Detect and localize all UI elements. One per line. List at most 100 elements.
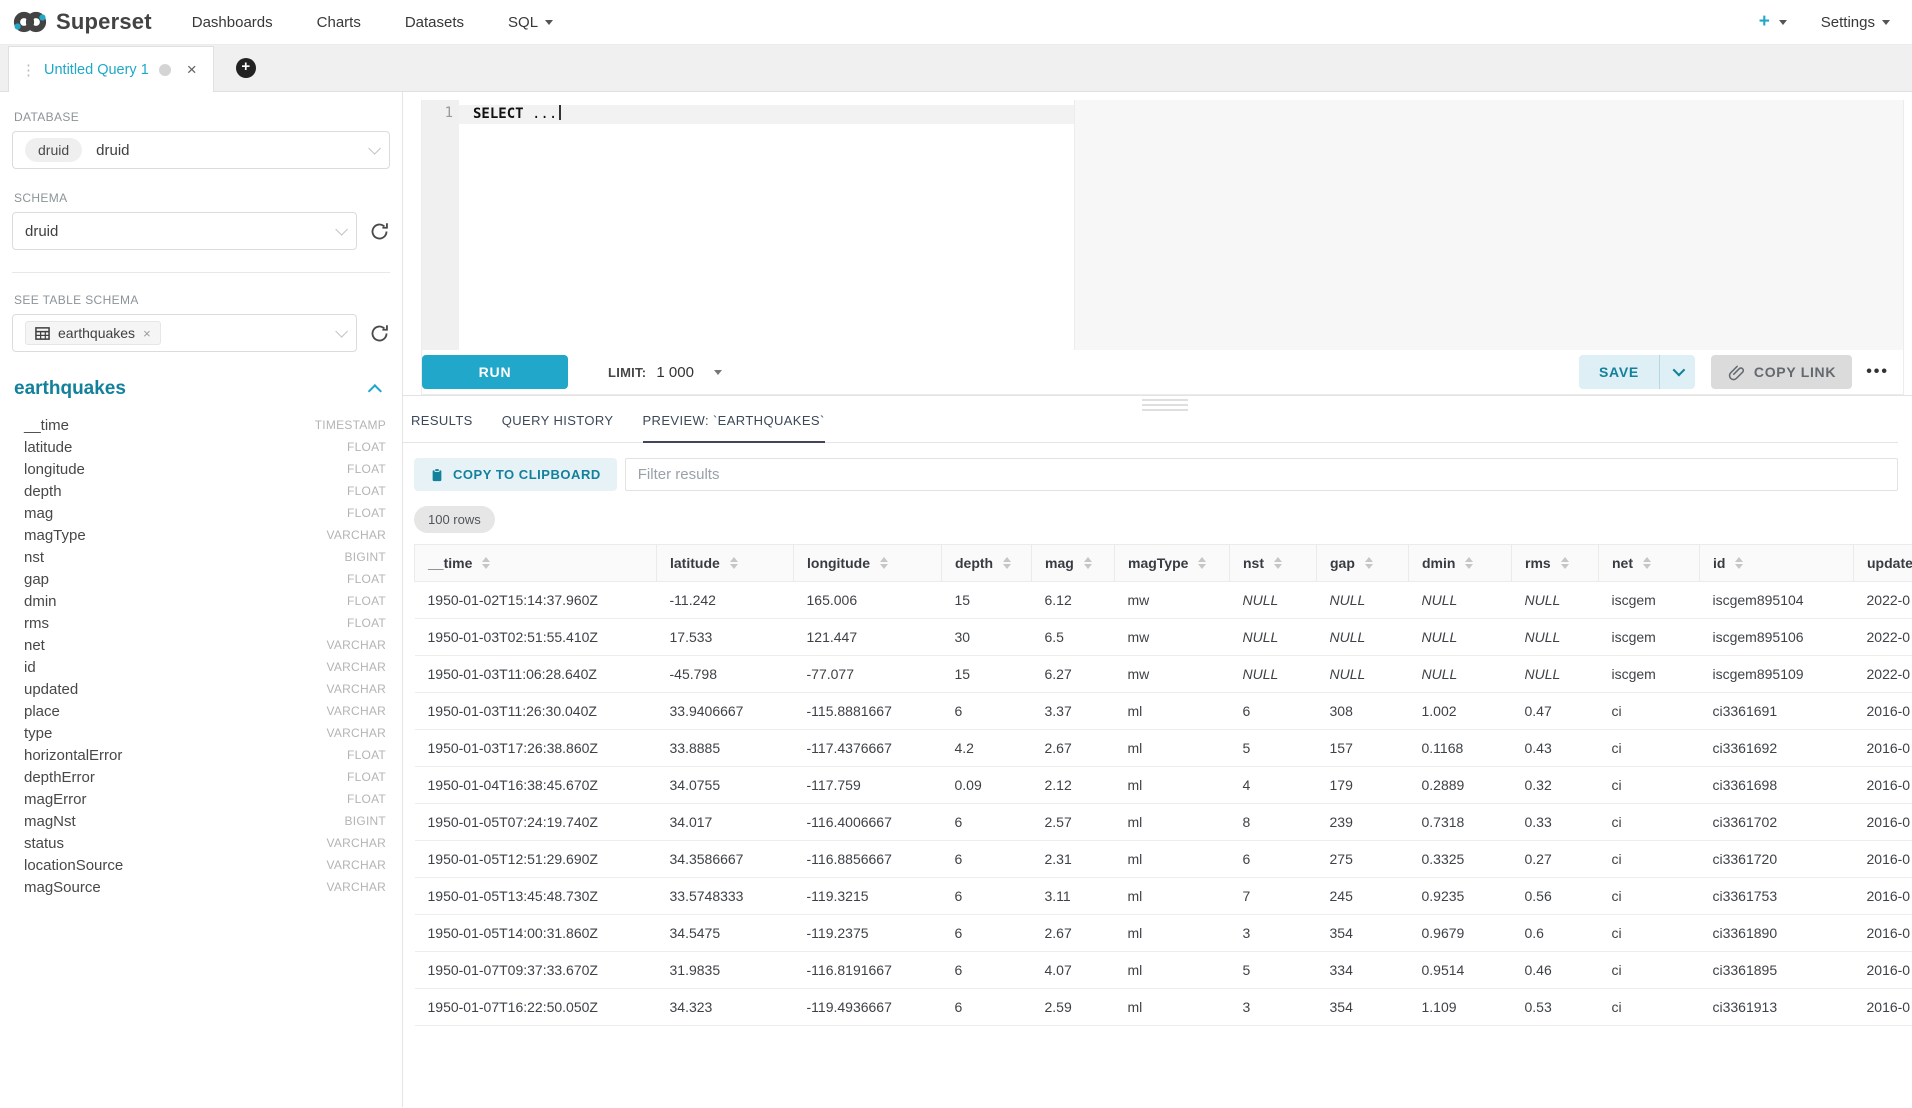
close-icon[interactable]: × — [187, 61, 197, 78]
table-cell: 17.533 — [657, 619, 794, 656]
filter-results-input[interactable] — [625, 458, 1898, 491]
table-cell: 354 — [1317, 989, 1409, 1026]
sort-icon[interactable] — [1643, 557, 1651, 569]
sort-icon[interactable] — [1198, 557, 1206, 569]
table-cell: iscgem — [1599, 656, 1700, 693]
table-cell: ml — [1115, 989, 1230, 1026]
column-header-gap[interactable]: gap — [1317, 545, 1409, 582]
table-cell: 2016-0 — [1854, 952, 1912, 989]
tab-query-history[interactable]: QUERY HISTORY — [502, 413, 614, 442]
column-header-rms[interactable]: rms — [1512, 545, 1599, 582]
see-table-schema-label: SEE TABLE SCHEMA — [14, 293, 390, 307]
column-header-nst[interactable]: nst — [1230, 545, 1317, 582]
more-options-button[interactable]: ••• — [1866, 363, 1889, 381]
schema-column-row: __timeTIMESTAMP — [12, 414, 390, 436]
table-schema-select[interactable]: earthquakes × — [12, 314, 357, 352]
column-name: type — [24, 725, 52, 742]
nav-item-charts[interactable]: Charts — [317, 14, 361, 31]
brand-name: Superset — [56, 9, 152, 35]
sort-icon[interactable] — [1561, 557, 1569, 569]
resize-handle[interactable] — [1142, 399, 1188, 414]
collapse-chevron-icon[interactable] — [368, 384, 382, 398]
table-cell: NULL — [1409, 582, 1512, 619]
remove-table-icon[interactable]: × — [143, 326, 151, 341]
table-cell: 6.5 — [1032, 619, 1115, 656]
column-name: id — [24, 659, 36, 676]
header-label: mag — [1045, 555, 1074, 571]
table-cell: 0.47 — [1512, 693, 1599, 730]
table-cell: ci — [1599, 989, 1700, 1026]
run-button[interactable]: RUN — [422, 355, 568, 389]
schema-column-row: typeVARCHAR — [12, 722, 390, 744]
column-header-depth[interactable]: depth — [942, 545, 1032, 582]
header-label: dmin — [1422, 555, 1455, 571]
divider — [12, 272, 390, 273]
column-header-latitude[interactable]: latitude — [657, 545, 794, 582]
sort-icon[interactable] — [880, 557, 888, 569]
table-row: 1950-01-05T14:00:31.860Z34.5475-119.2375… — [415, 915, 1912, 952]
table-row: 1950-01-03T11:26:30.040Z33.9406667-115.8… — [415, 693, 1912, 730]
sort-icon[interactable] — [730, 557, 738, 569]
column-header-id[interactable]: id — [1700, 545, 1854, 582]
editor-block: 1 SELECT ... RUN LIMIT: 1 000 — [421, 100, 1904, 395]
table-cell: 3 — [1230, 915, 1317, 952]
schema-column-row: netVARCHAR — [12, 634, 390, 656]
save-button[interactable]: SAVE — [1579, 364, 1659, 380]
text-cursor — [559, 105, 561, 120]
schema-select[interactable]: druid — [12, 212, 357, 250]
table-cell: 1950-01-03T11:06:28.640Z — [415, 656, 657, 693]
tab-preview-earthquakes[interactable]: PREVIEW: `EARTHQUAKES` — [643, 413, 825, 443]
query-tab-active[interactable]: ⋮ Untitled Query 1 × — [8, 46, 214, 92]
table-cell: 2.67 — [1032, 915, 1115, 952]
sort-icon[interactable] — [1365, 557, 1373, 569]
column-header-magType[interactable]: magType — [1115, 545, 1230, 582]
copy-link-button[interactable]: COPY LINK — [1711, 355, 1852, 389]
sql-editor[interactable]: 1 SELECT ... — [422, 100, 1903, 350]
table-name-heading: earthquakes — [14, 378, 126, 400]
new-query-tab-button[interactable]: + — [236, 58, 256, 78]
column-header-longitude[interactable]: longitude — [794, 545, 942, 582]
sort-icon[interactable] — [1003, 557, 1011, 569]
brand[interactable]: Superset — [12, 9, 152, 35]
sort-icon[interactable] — [1274, 557, 1282, 569]
table-cell: iscgem895109 — [1700, 656, 1854, 693]
table-cell: 179 — [1317, 767, 1409, 804]
sort-icon[interactable] — [1465, 557, 1473, 569]
column-header-updated[interactable]: updated — [1854, 545, 1912, 582]
sort-icon[interactable] — [1735, 557, 1743, 569]
column-name: longitude — [24, 461, 85, 478]
column-header-dmin[interactable]: dmin — [1409, 545, 1512, 582]
schema-column-row: locationSourceVARCHAR — [12, 854, 390, 876]
nav-item-datasets[interactable]: Datasets — [405, 14, 464, 31]
sort-icon[interactable] — [1084, 557, 1092, 569]
column-header-mag[interactable]: mag — [1032, 545, 1115, 582]
table-cell: 3 — [1230, 989, 1317, 1026]
table-cell: 1.109 — [1409, 989, 1512, 1026]
table-cell: 4 — [1230, 767, 1317, 804]
copy-to-clipboard-button[interactable]: COPY TO CLIPBOARD — [414, 458, 617, 491]
new-item-button[interactable]: + — [1759, 11, 1787, 33]
refresh-schema-icon[interactable] — [369, 221, 390, 242]
table-cell: -116.4006667 — [794, 804, 942, 841]
column-header-net[interactable]: net — [1599, 545, 1700, 582]
sort-icon[interactable] — [482, 557, 490, 569]
drag-handle-icon[interactable]: ⋮ — [21, 61, 34, 79]
tab-results[interactable]: RESULTS — [411, 413, 473, 442]
header-label: magType — [1128, 555, 1188, 571]
refresh-tables-icon[interactable] — [369, 323, 390, 344]
column-name: horizontalError — [24, 747, 122, 764]
nav-item-sql[interactable]: SQL — [508, 14, 553, 31]
table-cell: 34.323 — [657, 989, 794, 1026]
column-header-time[interactable]: __time — [415, 545, 657, 582]
table-cell: 6 — [942, 804, 1032, 841]
table-cell: ci — [1599, 841, 1700, 878]
table-cell: -77.077 — [794, 656, 942, 693]
nav-item-dashboards[interactable]: Dashboards — [192, 14, 273, 31]
save-menu-button[interactable] — [1660, 363, 1695, 381]
settings-menu[interactable]: Settings — [1821, 14, 1890, 31]
table-cell: NULL — [1409, 619, 1512, 656]
table-cell: -119.4936667 — [794, 989, 942, 1026]
database-select[interactable]: druid druid — [12, 131, 390, 169]
limit-dropdown[interactable]: LIMIT: 1 000 — [608, 364, 722, 381]
clipboard-icon — [430, 468, 444, 482]
